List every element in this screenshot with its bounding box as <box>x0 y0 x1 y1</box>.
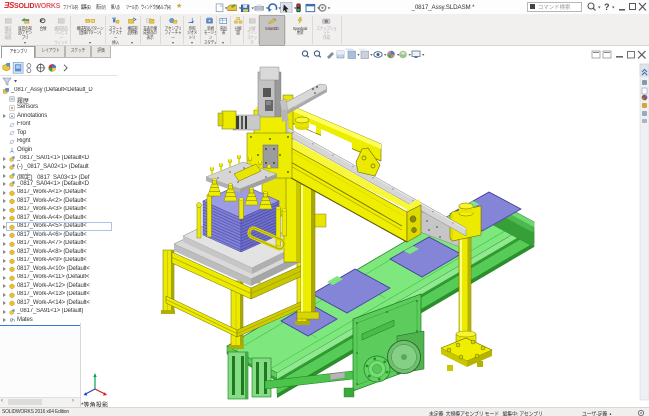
svg-text:A: A <box>11 114 14 119</box>
